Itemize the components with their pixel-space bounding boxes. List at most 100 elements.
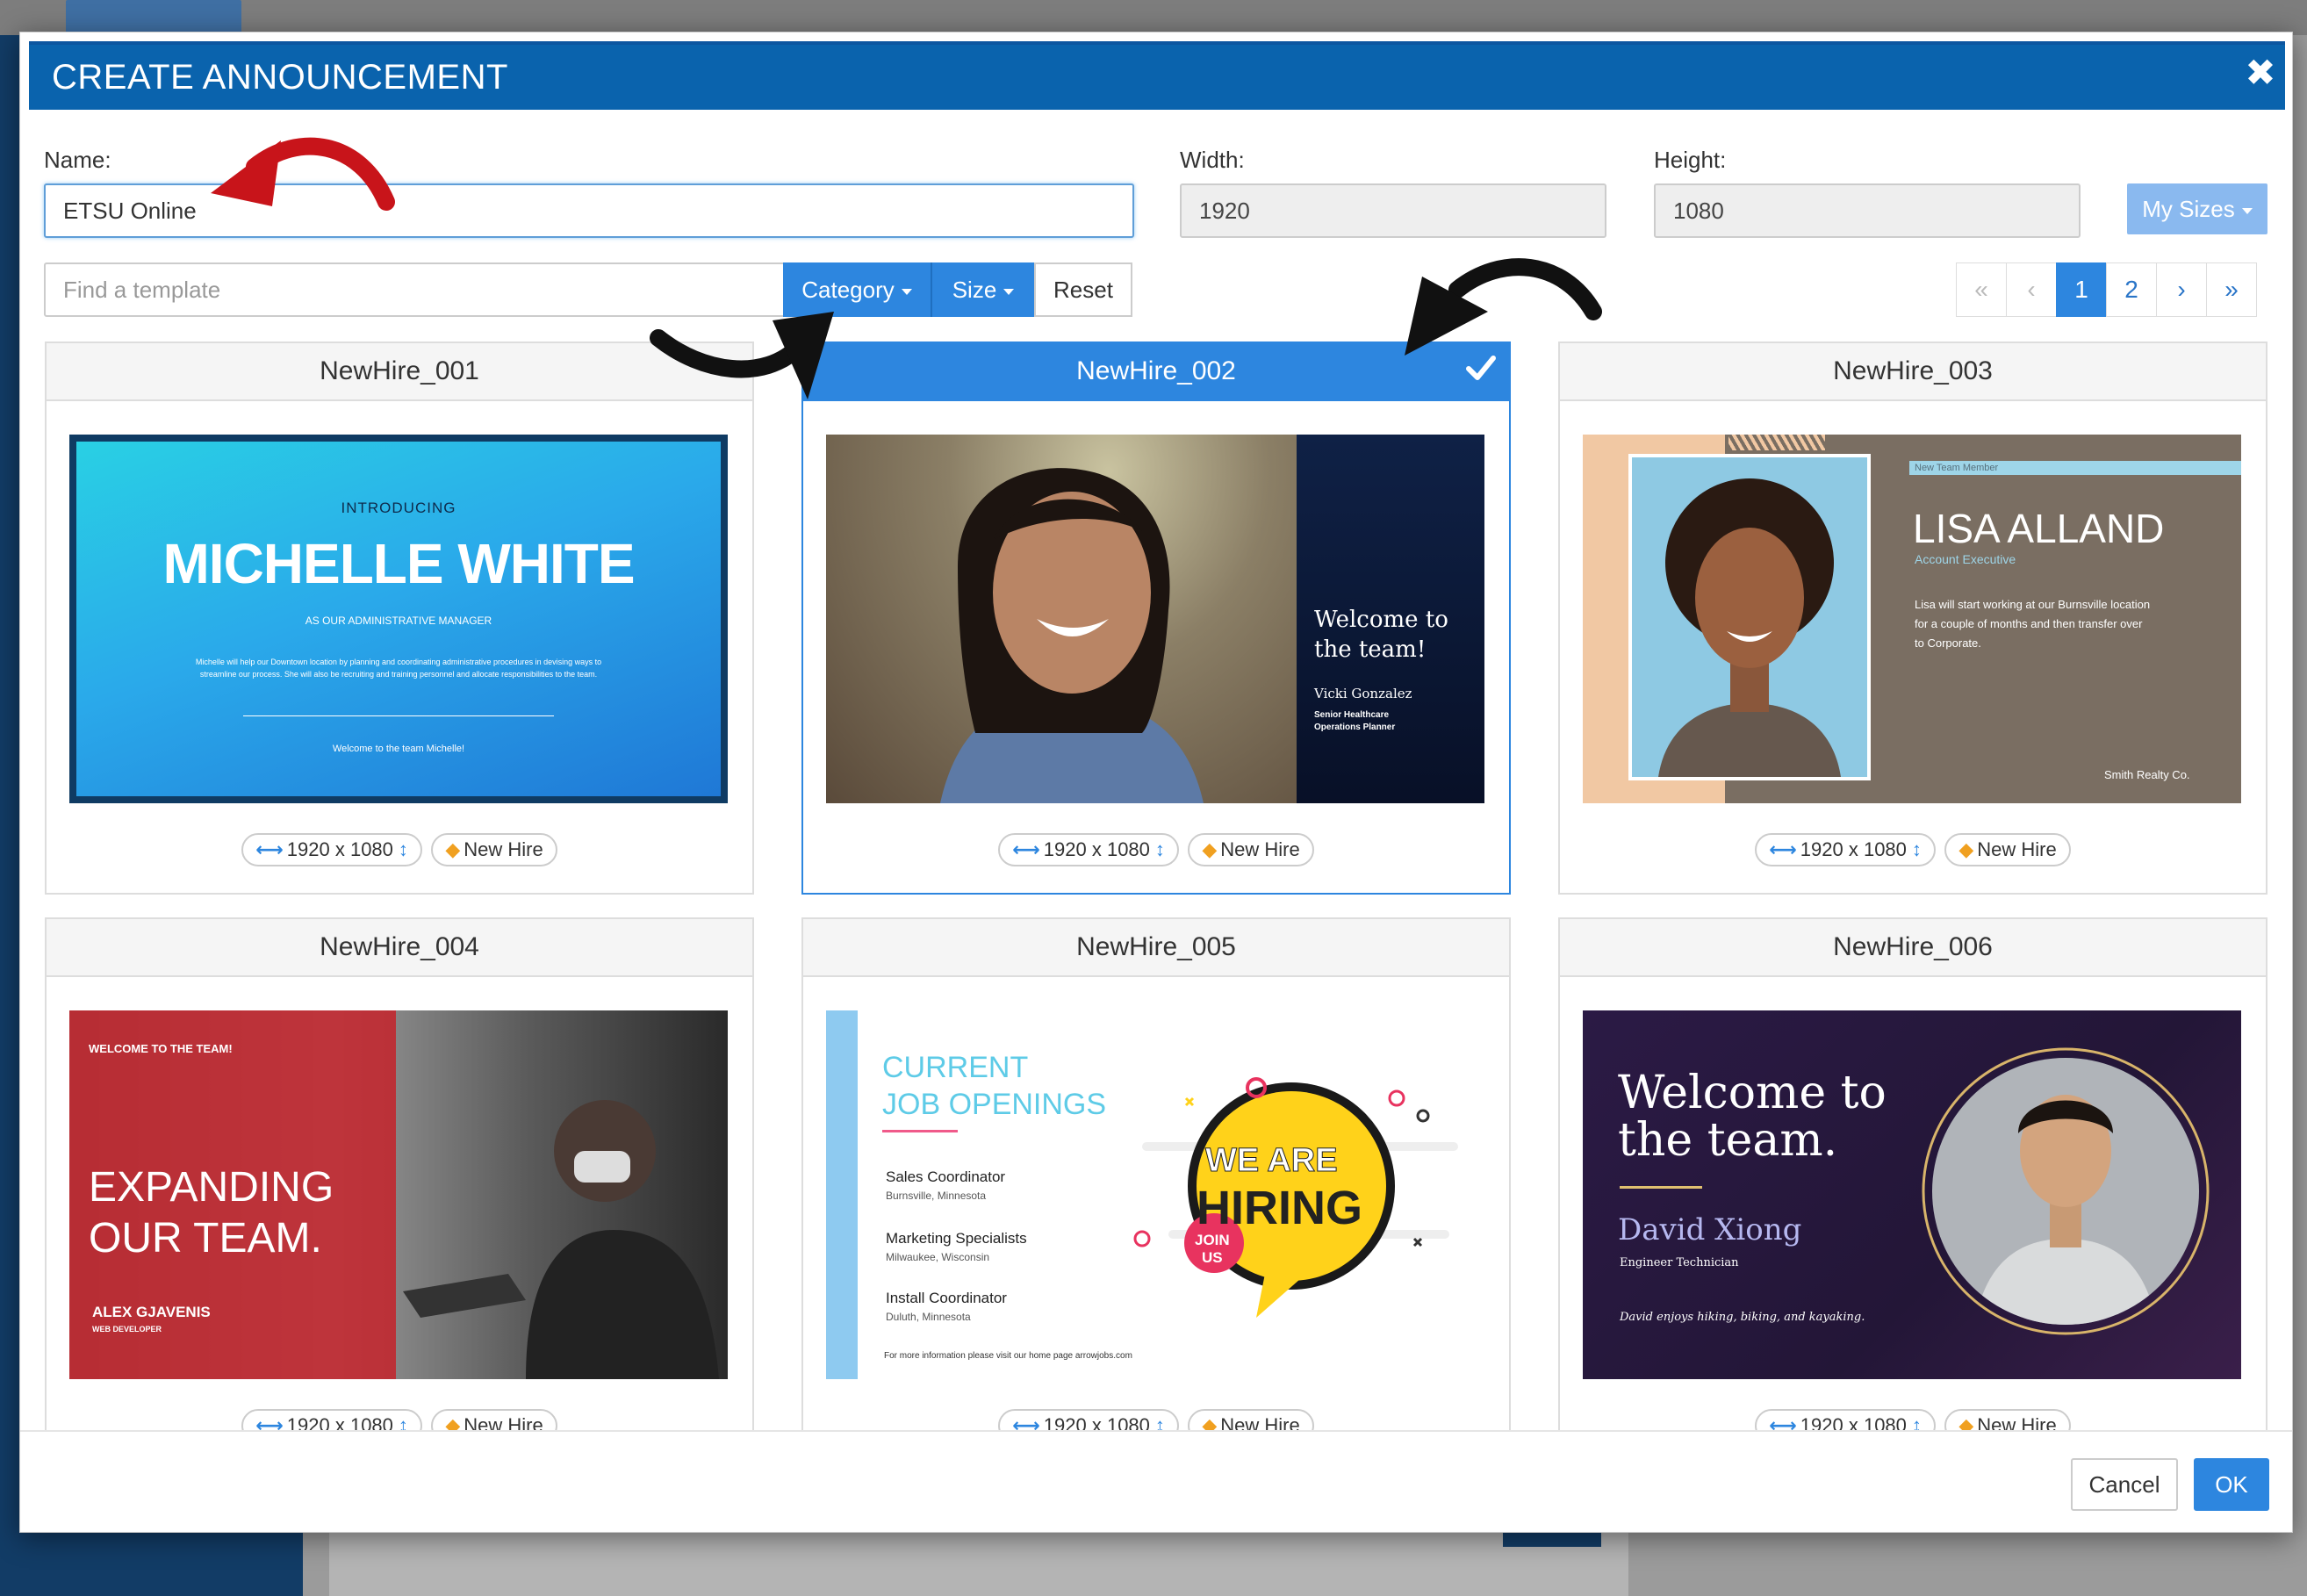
person-photo — [1632, 457, 1867, 777]
resize-horizontal-icon: ⟷ — [255, 838, 284, 860]
size-badge: ⟷ 1920 x 1080 ↕ — [1755, 1409, 1936, 1430]
thumb-text: Marketing Specialists — [886, 1230, 1027, 1247]
resize-vertical-icon: ↕ — [398, 838, 408, 860]
template-thumbnail: Welcome to the team! Vicki Gonzalez Seni… — [826, 435, 1484, 803]
thumb-text: US — [1202, 1249, 1223, 1266]
person-photo — [940, 468, 1204, 803]
width-input[interactable] — [1180, 183, 1606, 238]
template-thumbnail: INTRODUCING MICHELLE WHITE AS OUR ADMINI… — [69, 435, 728, 803]
page-1-button[interactable]: 1 — [2056, 262, 2107, 317]
background-logo — [66, 0, 241, 33]
page-2-button[interactable]: 2 — [2106, 262, 2157, 317]
template-grid: NewHire_001 INTRODUCING MICHELLE WHITE A… — [45, 341, 2292, 1430]
template-tags: ⟷ 1920 x 1080 ↕ ◆ New Hire — [803, 833, 1509, 866]
thumb-text: Sales Coordinator — [886, 1168, 1006, 1185]
thumb-text: Michelle will help our Downtown location… — [195, 658, 602, 666]
page-prev-button[interactable]: ‹ — [2006, 262, 2057, 317]
height-input[interactable] — [1654, 183, 2081, 238]
resize-horizontal-icon: ⟷ — [1012, 1414, 1040, 1430]
chevron-down-icon — [901, 288, 912, 295]
thumb-text: WE ARE — [1205, 1142, 1339, 1180]
page-next-button[interactable]: › — [2156, 262, 2207, 317]
category-badge: ◆ New Hire — [1188, 1409, 1314, 1430]
thumb-text: OUR TEAM. — [89, 1215, 322, 1262]
ok-button[interactable]: OK — [2194, 1458, 2269, 1511]
template-card[interactable]: NewHire_004 WELCOME TO THE TEAM! EXPANDI… — [45, 917, 754, 1430]
template-card[interactable]: NewHire_006 Welcome to the team. David X… — [1558, 917, 2267, 1430]
chevron-down-icon — [2241, 207, 2253, 214]
resize-vertical-icon: ↕ — [1911, 1414, 1922, 1430]
tag-icon: ◆ — [1202, 838, 1218, 860]
pagination: « ‹ 1 2 › » — [1956, 262, 2257, 317]
thumb-text: Senior Healthcare — [1314, 710, 1390, 720]
cancel-button[interactable]: Cancel — [2071, 1458, 2178, 1511]
thumb-text: EXPANDING — [89, 1164, 334, 1211]
background-topbar — [0, 0, 2307, 35]
template-name: NewHire_005 — [803, 919, 1509, 977]
width-label: Width: — [1180, 147, 1245, 173]
tag-text: New Hire — [464, 838, 543, 860]
size-text: 1920 x 1080 — [1043, 838, 1150, 860]
close-icon[interactable]: ✖ — [2243, 54, 2278, 91]
template-tags: ⟷ 1920 x 1080 ↕ ◆ New Hire — [1560, 1409, 2266, 1430]
size-button[interactable]: Size — [932, 262, 1034, 317]
resize-vertical-icon: ↕ — [1911, 838, 1922, 860]
thumb-text: ALEX GJAVENIS — [92, 1304, 211, 1320]
thumb-text: Duluth, Minnesota — [886, 1311, 971, 1323]
tag-text: New Hire — [1220, 1414, 1300, 1430]
thumb-text: David Xiong — [1618, 1212, 1802, 1247]
my-sizes-button[interactable]: My Sizes — [2127, 183, 2267, 234]
tag-icon: ◆ — [445, 1414, 461, 1430]
thumb-text: Lisa will start working at our Burnsvill… — [1915, 598, 2151, 611]
template-card[interactable]: NewHire_005 CURRENT JOB OPENINGS Sales C… — [801, 917, 1511, 1430]
template-thumbnail: Welcome to the team. David Xiong Enginee… — [1583, 1010, 2241, 1379]
template-tags: ⟷ 1920 x 1080 ↕ ◆ New Hire — [1560, 833, 2266, 866]
resize-horizontal-icon: ⟷ — [1769, 838, 1797, 860]
thumb-side-bar — [826, 1010, 858, 1379]
thumb-text: New Team Member — [1915, 463, 1999, 473]
size-text: 1920 x 1080 — [1800, 838, 1907, 860]
template-card[interactable]: NewHire_001 INTRODUCING MICHELLE WHITE A… — [45, 341, 754, 895]
resize-vertical-icon: ↕ — [1154, 1414, 1165, 1430]
thumb-text: Welcome to — [1618, 1067, 1887, 1119]
category-badge: ◆ New Hire — [1944, 1409, 2071, 1430]
thumb-text: HIRING — [1197, 1182, 1362, 1234]
thumb-text: JOIN — [1195, 1232, 1230, 1248]
thumb-text: Vicki Gonzalez — [1314, 686, 1412, 701]
resize-vertical-icon: ↕ — [398, 1414, 408, 1430]
thumb-text: Welcome to — [1314, 607, 1448, 633]
size-badge: ⟷ 1920 x 1080 ↕ — [241, 1409, 422, 1430]
thumb-stripes — [1728, 435, 1825, 450]
thumb-accent-line — [1620, 1186, 1702, 1189]
resize-horizontal-icon: ⟷ — [255, 1414, 284, 1430]
thumb-text: Milwaukee, Wisconsin — [886, 1251, 990, 1263]
template-name: NewHire_001 — [47, 343, 752, 401]
thumb-text: streamline our process. She will also be… — [199, 670, 598, 679]
tag-icon: ◆ — [1958, 1414, 1974, 1430]
my-sizes-label: My Sizes — [2142, 196, 2235, 222]
thumb-text: For more information please visit our ho… — [884, 1351, 1132, 1361]
size-badge: ⟷ 1920 x 1080 ↕ — [1755, 833, 1936, 866]
size-text: 1920 x 1080 — [286, 838, 393, 860]
tag-text: New Hire — [1220, 838, 1300, 860]
tag-icon: ◆ — [1958, 838, 1974, 860]
template-card[interactable]: NewHire_002 Welcome to the team! Vicki G… — [801, 341, 1511, 895]
size-badge: ⟷ 1920 x 1080 ↕ — [998, 833, 1179, 866]
chevron-down-icon — [1003, 288, 1015, 295]
tag-text: New Hire — [1977, 838, 2057, 860]
thumb-text: Install Coordinator — [886, 1290, 1007, 1306]
template-card[interactable]: NewHire_003 New Team Member LISA ALLAND … — [1558, 341, 2267, 895]
thumb-text: Smith Realty Co. — [2104, 768, 2190, 781]
tag-icon: ◆ — [1202, 1414, 1218, 1430]
page-last-button[interactable]: » — [2206, 262, 2257, 317]
category-badge: ◆ New Hire — [1944, 833, 2071, 866]
modal-header: CREATE ANNOUNCEMENT ✖ — [29, 41, 2285, 110]
template-thumbnail: New Team Member LISA ALLAND Account Exec… — [1583, 435, 2241, 803]
resize-horizontal-icon: ⟷ — [1012, 838, 1040, 860]
reset-button[interactable]: Reset — [1034, 262, 1132, 317]
thumb-text: WEB DEVELOPER — [92, 1325, 162, 1334]
resize-horizontal-icon: ⟷ — [1769, 1414, 1797, 1430]
red-annotation-arrow-icon — [211, 137, 395, 211]
page-first-button[interactable]: « — [1956, 262, 2007, 317]
black-annotation-arrow-icon — [1405, 258, 1602, 356]
